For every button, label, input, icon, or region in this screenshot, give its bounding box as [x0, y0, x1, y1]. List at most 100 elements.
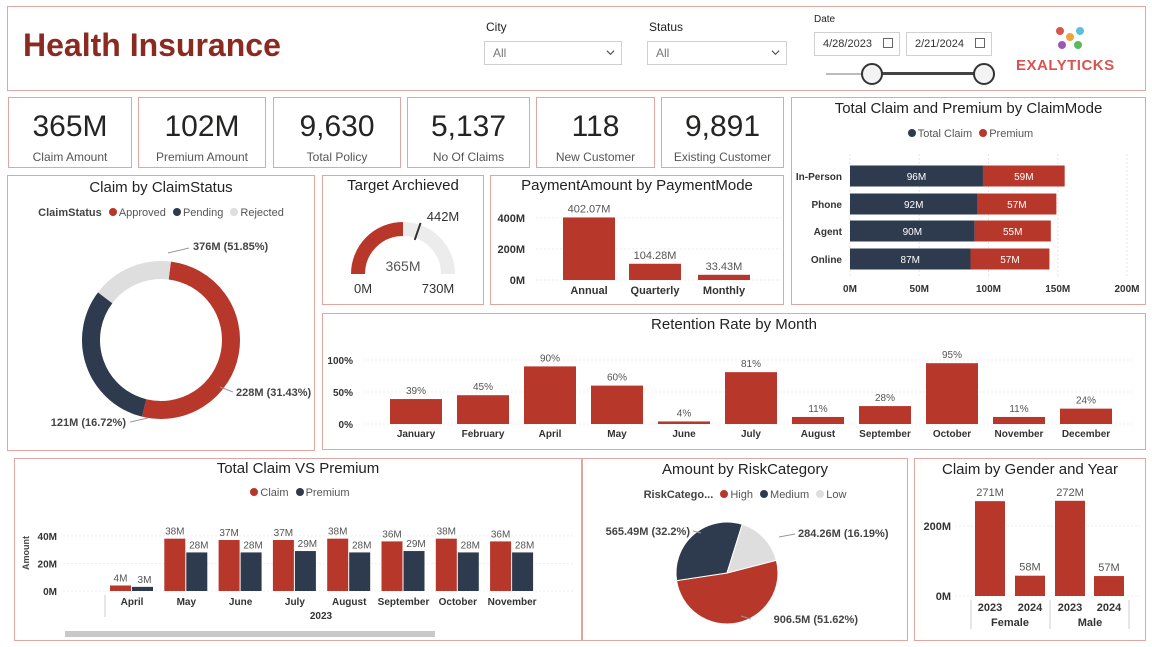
x-tick-label: September: [859, 429, 911, 440]
y-tick-label: In-Person: [796, 172, 842, 183]
chart-title: Claim by Gender and Year: [942, 461, 1118, 478]
risk-card: Amount by RiskCategory RiskCatego... Hig…: [582, 458, 908, 641]
donut-segment-rejected: [98, 261, 171, 304]
data-label: 28M: [189, 540, 208, 551]
data-label: 38M: [437, 527, 456, 538]
bar-january: [390, 399, 442, 424]
data-label: 284.26M (16.19%): [798, 528, 889, 540]
data-label: 29M: [298, 539, 317, 550]
claim-vs-premium-card: Total Claim VS Premium Claim Premium 0M 2…: [14, 458, 582, 641]
data-label: 57M: [1000, 255, 1019, 266]
payment-mode-card: PaymentAmount by PaymentMode 0M 200M 400M 4…: [490, 175, 784, 305]
data-label: 906.5M (51.62%): [774, 614, 859, 626]
bar-october: [926, 363, 978, 424]
y-tick-label: Online: [811, 255, 843, 266]
city-label: City: [486, 20, 507, 34]
data-label: 33.43M: [706, 261, 743, 273]
x-tick-label: December: [1062, 429, 1110, 440]
kpi-label: Premium Amount: [155, 150, 249, 164]
data-label: 4%: [677, 408, 692, 419]
bar-claim: [272, 540, 294, 591]
data-label: 96M: [907, 172, 926, 183]
gender-year-card: Claim by Gender and Year 0M 200M 271M 2023 5…: [914, 458, 1146, 641]
data-label: 271M: [976, 487, 1004, 499]
date-slider-end-handle[interactable]: [973, 63, 995, 85]
data-label: 58M: [1019, 562, 1040, 574]
risk-pie: 906.5M (51.62%) 565.49M (32.2%) 284.26M (1…: [606, 521, 889, 626]
chart-legend: RiskCatego... High Medium Low: [583, 489, 907, 501]
date-end-input[interactable]: 2/21/2024: [906, 32, 992, 56]
chart-legend: Claim Premium: [15, 487, 581, 499]
chevron-down-icon: [606, 50, 615, 56]
status-dropdown[interactable]: All: [647, 41, 787, 65]
target-gauge: 442M 365M 0M 730M: [351, 209, 460, 296]
x-tick-label: 200M: [1114, 284, 1139, 295]
bar-premium: [457, 552, 479, 591]
x-tick-label: Monthly: [703, 285, 746, 297]
chevron-down-icon: [771, 50, 780, 56]
data-label: 228M (31.43%): [236, 387, 312, 399]
chart-title: Claim by ClaimStatus: [89, 179, 233, 196]
data-label: 81%: [741, 359, 761, 370]
data-label: 90%: [540, 353, 560, 364]
y-tick-label: 200M: [923, 521, 951, 533]
data-label: 29M: [406, 539, 425, 550]
y-tick-label: Agent: [814, 227, 843, 238]
header-card: Health Insurance City All Status All Dat…: [7, 6, 1146, 91]
bar-female-2024: [1015, 575, 1045, 596]
data-label: 28M: [461, 540, 480, 551]
page-title: Health Insurance: [23, 27, 281, 63]
x-tick-label: 0M: [843, 284, 857, 295]
x-tick-label: November: [488, 597, 537, 608]
data-label: 11%: [808, 404, 827, 415]
bar-annual: [563, 217, 615, 280]
retention-card: Retention Rate by Month 0% 50% 100% 39% Janu…: [322, 313, 1146, 450]
claim-mode-chart: 0M 50M 100M 150M 200M In-Person 96M 59M Phone 92M…: [796, 154, 1140, 295]
leader-line: [778, 533, 796, 538]
date-slider-start-handle[interactable]: [861, 63, 883, 85]
y-tick-label: Phone: [811, 200, 842, 211]
kpi-label: New Customer: [555, 150, 636, 164]
kpi-label: Claim Amount: [32, 150, 108, 164]
kpi-value: 9,891: [684, 110, 761, 143]
y-tick-label: 0M: [936, 591, 951, 603]
kpi-no-of-claims: 5,137 No Of Claims: [407, 97, 530, 168]
y-tick-label: 400M: [497, 213, 525, 225]
y-axis-label: Amount: [21, 536, 31, 570]
kpi-label: Existing Customer: [673, 150, 772, 164]
bar-claim: [381, 541, 403, 591]
date-start-input[interactable]: 4/28/2023: [814, 32, 900, 56]
x-tick-label: May: [177, 597, 197, 608]
bar-august: [792, 416, 844, 424]
chart-title: Total Claim and Premium by ClaimMode: [834, 100, 1103, 117]
kpi-value: 5,137: [430, 110, 507, 143]
x-tick-label: 2023: [978, 602, 1002, 614]
data-label: 104.28M: [634, 250, 677, 262]
y-tick-label: 0M: [510, 275, 525, 287]
bar-premium: [512, 552, 534, 591]
target-card: Target Archieved 442M 365M 0M 730M: [322, 175, 484, 305]
y-tick-label: 50%: [333, 388, 353, 399]
bar-claim: [327, 538, 349, 591]
bar-september: [859, 406, 911, 424]
horizontal-scrollbar[interactable]: [65, 631, 435, 637]
bar-premium: [403, 551, 425, 591]
data-label: 60%: [607, 373, 627, 384]
city-dropdown[interactable]: All: [484, 41, 622, 65]
x-tick-label: September: [378, 597, 430, 608]
kpi-value: 365M: [32, 110, 108, 143]
bar-april: [524, 366, 576, 424]
gauge-target-label: 442M: [427, 209, 460, 224]
bar-female-2023: [975, 501, 1005, 596]
data-label: 11%: [1009, 404, 1028, 415]
kpi-value: 118: [571, 110, 620, 143]
bar-quarterly: [629, 263, 681, 280]
data-label: 57M: [1007, 200, 1026, 211]
x-tick-label: July: [285, 597, 305, 608]
data-label: 3M: [138, 575, 152, 586]
x-tick-label: July: [741, 429, 761, 440]
x-tick-label: April: [539, 429, 562, 440]
legend-item: Low: [826, 489, 847, 501]
y-tick-label: 40M: [38, 532, 57, 543]
x-tick-label: Annual: [570, 285, 607, 297]
